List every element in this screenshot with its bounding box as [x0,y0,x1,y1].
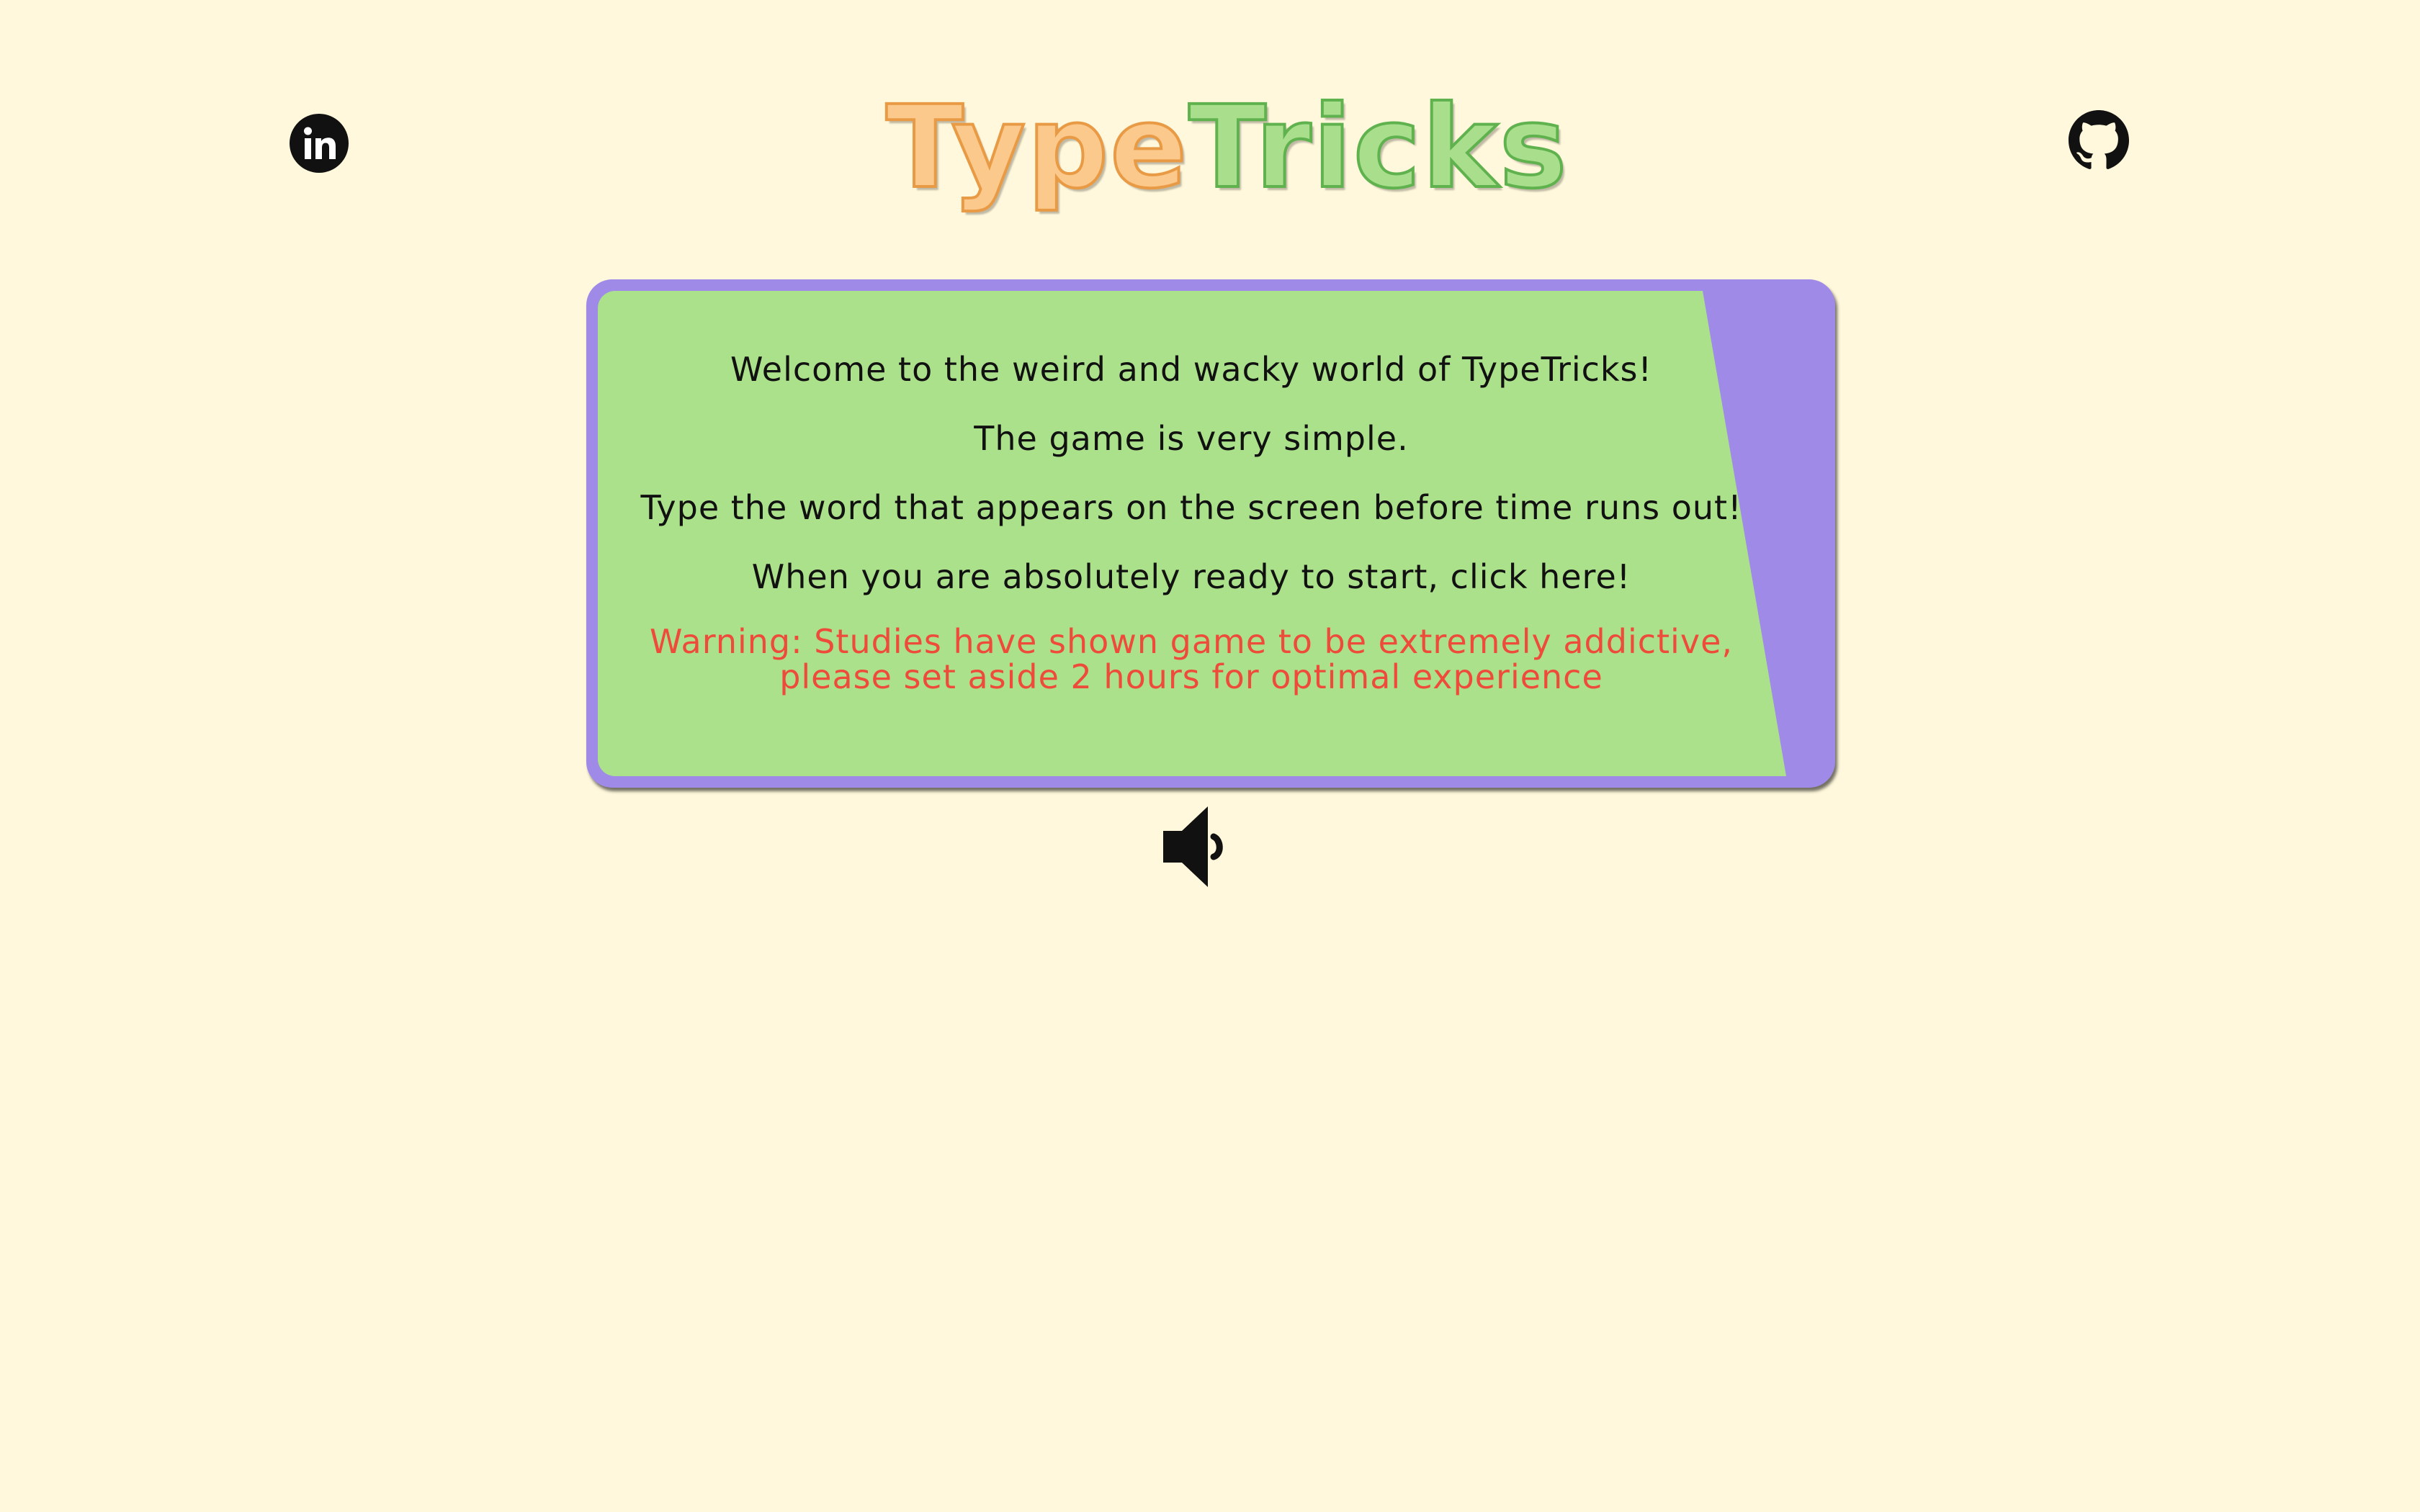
simple-text: The game is very simple. [974,419,1409,458]
logo-part-type: Type [884,81,1189,214]
start-link[interactable]: When you are absolutely ready to start, … [615,557,1767,597]
instructions-text: Type the word that appears on the screen… [640,488,1742,527]
intro-card: Welcome to the weird and wacky world of … [586,279,1835,788]
linkedin-icon [290,114,349,173]
logo-title: TypeTricks [884,84,1569,212]
logo-part-tricks: Tricks [1187,81,1569,214]
speaker-icon [1163,806,1232,887]
linkedin-link[interactable] [290,114,349,173]
warning-text: Warning: Studies have shown game to be e… [649,622,1733,696]
github-icon [2069,110,2129,171]
sound-toggle-button[interactable] [1163,806,1232,887]
welcome-text: Welcome to the weird and wacky world of … [730,350,1652,389]
github-link[interactable] [2069,110,2129,171]
